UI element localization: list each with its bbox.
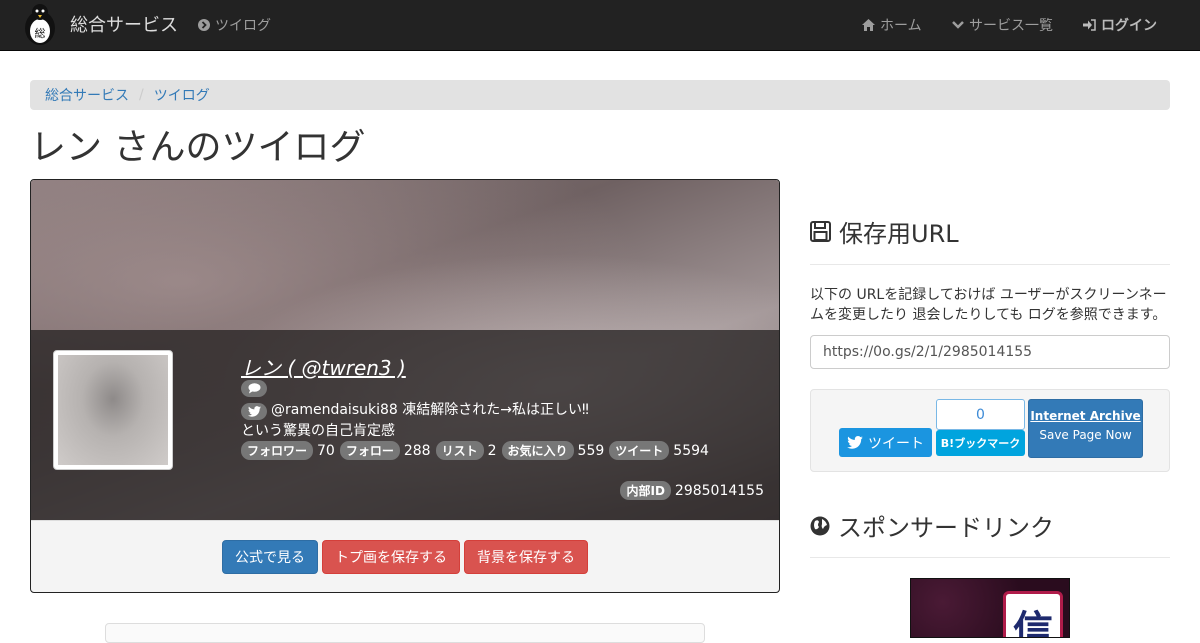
nav-services-link[interactable]: サービス一覧 — [952, 0, 1053, 50]
nav-login-link[interactable]: ログイン — [1083, 0, 1157, 50]
nav-home-link[interactable]: ホーム — [862, 0, 922, 50]
divider — [810, 557, 1170, 558]
stat-badge-followers: フォロワー — [241, 441, 314, 460]
breadcrumb: 総合サービス / ツイログ — [30, 80, 1170, 110]
internal-id-value: 2985014155 — [674, 482, 764, 499]
ia-title: Internet Archive — [1030, 409, 1141, 423]
profile-bio: @ramendaisuki88 凍結解除された→私は正しい‼ という驚異の自己肯… — [241, 400, 589, 442]
floppy-disk-icon — [810, 221, 831, 242]
svg-text:総: 総 — [35, 26, 46, 40]
brand-link[interactable]: 総 総合サービス — [20, 2, 178, 46]
profile-name-link[interactable]: レン ( @twren3 ) — [241, 352, 406, 381]
ad-glyph: 信 — [1003, 591, 1063, 637]
ia-subtitle: Save Page Now — [1039, 428, 1132, 442]
brand-text: 総合サービス — [70, 15, 178, 36]
stat-badge-following: フォロー — [339, 441, 400, 460]
sponsor-title-text: スポンサードリンク — [838, 514, 1054, 542]
nav-twilog-link[interactable]: ツイログ — [198, 0, 271, 50]
save-url-description: 以下の URLを記録しておけば ユーザーがスクリーンネームを変更したり 退会した… — [810, 287, 1167, 323]
hatena-bookmark-widget[interactable]: 0 B!ブックマーク — [936, 399, 1025, 457]
save-url-title-text: 保存用URL — [839, 220, 959, 248]
sponsor-title: スポンサードリンク — [810, 508, 1054, 543]
breadcrumb-separator: / — [139, 87, 144, 103]
page-title: レン さんのツイログ — [30, 127, 366, 168]
nav-twilog-label: ツイログ — [215, 18, 271, 34]
chevron-down-icon — [952, 20, 964, 30]
tweet-button[interactable]: ツイート — [839, 428, 932, 457]
save-background-button[interactable]: 背景を保存する — [464, 540, 588, 574]
internal-id-badge: 内部ID — [620, 481, 671, 500]
chevron-circle-right-icon — [198, 19, 210, 31]
save-icon-button[interactable]: トプ画を保存する — [322, 540, 460, 574]
home-icon — [862, 19, 875, 31]
navbar: 総 総合サービス ツイログ ホーム サービス一覧 ログイン — [0, 0, 1200, 51]
stat-value-following: 288 — [403, 442, 431, 459]
nav-services-label: サービス一覧 — [969, 18, 1053, 34]
comment-icon — [248, 383, 260, 394]
nav-login-label: ログイン — [1101, 18, 1157, 34]
avatar[interactable] — [53, 350, 173, 470]
internal-id: 内部ID 2985014155 — [620, 481, 764, 500]
breadcrumb-item-twilog[interactable]: ツイログ — [154, 85, 210, 105]
internet-archive-button[interactable]: Internet Archive Save Page Now — [1028, 399, 1143, 458]
content-box — [105, 623, 705, 643]
twitter-bird-icon — [247, 406, 261, 417]
nav-home-label: ホーム — [880, 18, 922, 34]
penguin-logo-icon: 総 — [25, 4, 55, 45]
divider — [810, 264, 1170, 265]
share-buttons: ツイート 0 B!ブックマーク Internet Archive Save Pa… — [810, 389, 1170, 472]
stat-value-followers: 70 — [317, 442, 335, 459]
profile-panel: レン ( @twren3 ) @ramendaisuki88 凍結解除された→私… — [30, 179, 780, 593]
sponsored-ad-banner[interactable]: 信 — [910, 578, 1070, 638]
twitter-bird-icon — [847, 436, 863, 449]
stat-badge-favorites: お気に入り — [501, 441, 574, 460]
breadcrumb-item-home[interactable]: 総合サービス — [45, 85, 129, 105]
stat-value-favorites: 559 — [577, 442, 605, 459]
bio-line-2: という驚異の自己肯定感 — [241, 423, 395, 439]
view-official-button[interactable]: 公式で見る — [222, 540, 318, 574]
save-url-title: 保存用URL — [810, 214, 959, 249]
sign-in-icon — [1083, 19, 1096, 31]
stat-value-tweets: 5594 — [673, 442, 709, 459]
stat-badge-lists: リスト — [435, 441, 484, 460]
hatena-bookmark-button[interactable]: B!ブックマーク — [936, 430, 1025, 456]
comment-badge — [241, 380, 267, 397]
profile-stats: フォロワー 70 フォロー 288 リスト 2 お気に入り 559 ツイート 5… — [241, 441, 714, 460]
avatar-image — [58, 355, 168, 465]
profile-actions: 公式で見る トプ画を保存する 背景を保存する — [31, 520, 779, 592]
globe-icon — [810, 516, 830, 536]
stat-badge-tweets: ツイート — [609, 441, 670, 460]
hatena-count: 0 — [936, 399, 1025, 430]
save-url-input[interactable] — [810, 335, 1170, 369]
tweet-button-label: ツイート — [868, 435, 924, 452]
twitter-badge — [241, 403, 267, 420]
stat-value-lists: 2 — [487, 442, 497, 459]
bio-line-1: @ramendaisuki88 凍結解除された→私は正しい‼ — [271, 402, 589, 418]
